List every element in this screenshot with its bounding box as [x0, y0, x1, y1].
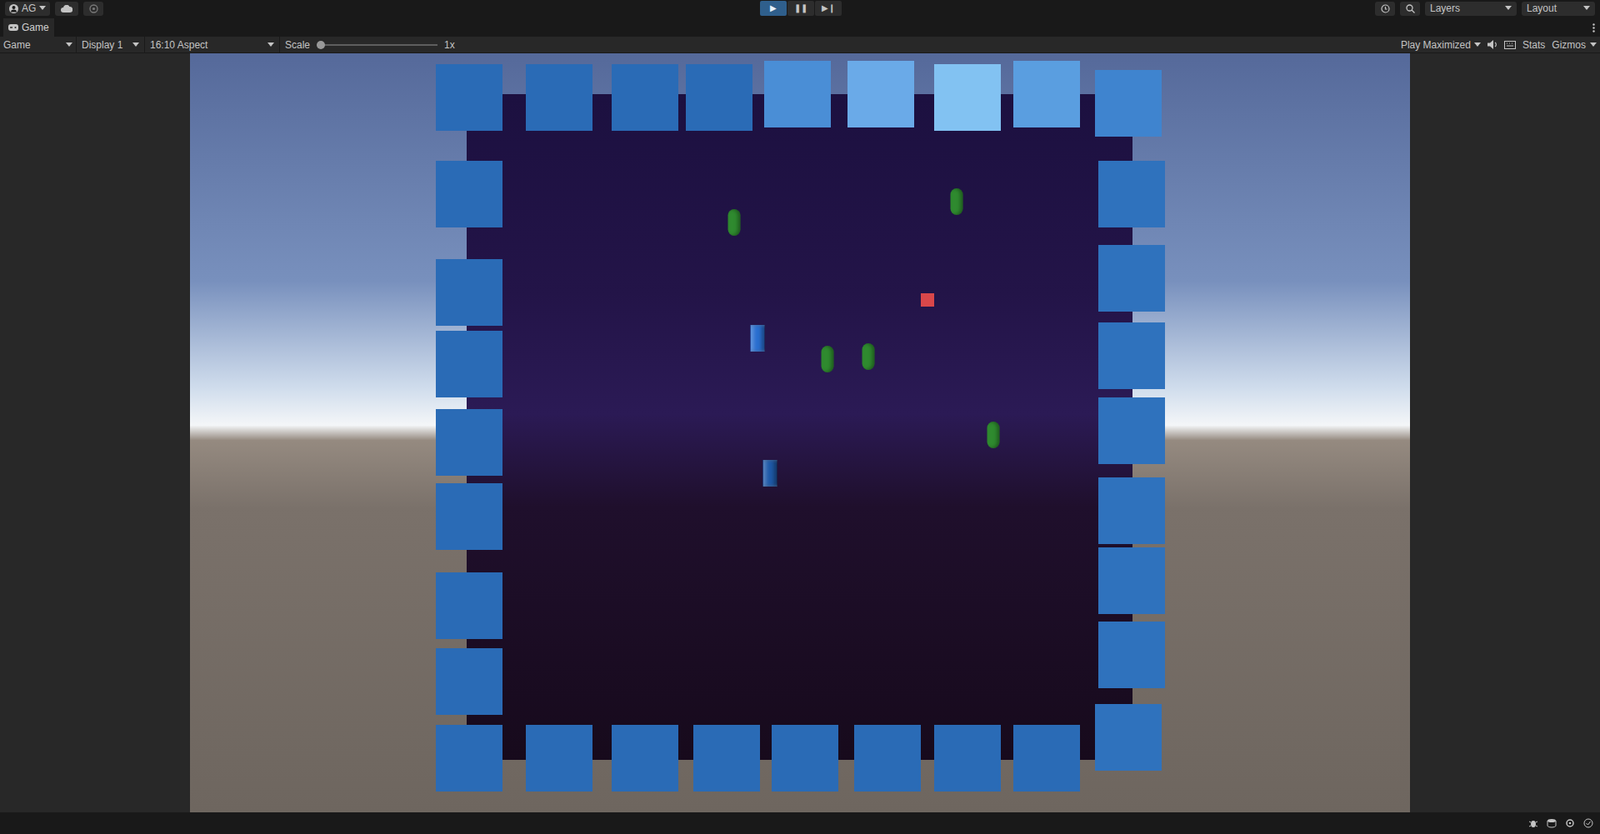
playback-controls: ▶❚❚▶❙	[760, 0, 842, 16]
history-button[interactable]	[1375, 1, 1395, 16]
wall-block	[525, 64, 593, 131]
wall-block	[847, 60, 915, 128]
keyboard-shortcuts-icon[interactable]	[1504, 40, 1516, 50]
dropdown-caret-icon	[1474, 42, 1481, 48]
dropdown-caret-icon	[132, 42, 140, 48]
play-mode-dropdown[interactable]: Play Maximized	[1400, 37, 1481, 53]
layers-dropdown[interactable]: Layers	[1425, 1, 1517, 16]
account-icon	[9, 4, 19, 14]
collab-button[interactable]	[83, 1, 104, 16]
cloud-button[interactable]	[55, 1, 79, 16]
game-viewport[interactable]	[190, 53, 1410, 813]
display-dropdown[interactable]: Display 1	[76, 36, 145, 54]
wall-block	[693, 725, 760, 792]
wall-block	[1098, 397, 1165, 465]
wall-block	[771, 725, 839, 792]
gamepad-icon	[8, 24, 19, 31]
enemy-capsule	[862, 343, 875, 370]
wall-block	[1098, 477, 1165, 545]
enemy-capsule	[728, 209, 741, 236]
wall-block	[435, 409, 503, 476]
wall-block	[1098, 547, 1165, 615]
wall-block	[1013, 60, 1080, 128]
play-button[interactable]: ▶	[760, 0, 787, 16]
wall-block	[1095, 70, 1162, 137]
tab-bar: Game	[0, 16, 1600, 37]
cache-icon[interactable]	[1546, 818, 1557, 829]
wall-block	[435, 725, 503, 792]
account-dropdown[interactable]: AG	[5, 1, 50, 16]
wall-block	[435, 160, 503, 228]
wall-block	[685, 64, 753, 131]
search-button[interactable]	[1400, 1, 1420, 16]
collab-icon	[89, 4, 99, 14]
wall-block	[435, 259, 503, 326]
dropdown-caret-icon	[1583, 5, 1590, 11]
wall-block	[764, 60, 831, 128]
settings-icon[interactable]	[1565, 818, 1575, 829]
mute-audio-icon[interactable]	[1487, 40, 1498, 50]
dropdown-caret-icon	[1505, 5, 1512, 11]
cloud-icon	[60, 5, 73, 13]
wall-block	[854, 725, 921, 792]
wall-block	[1098, 245, 1165, 312]
game-toolbar: GameDisplay 116:10 AspectScale1x Play Max…	[0, 36, 1600, 54]
gizmos-dropdown[interactable]: Gizmos	[1551, 37, 1597, 53]
wall-block	[435, 648, 503, 715]
view-dropdown[interactable]: Game	[0, 36, 77, 54]
enemy-capsule	[821, 345, 835, 373]
stats-button[interactable]: Stats	[1522, 37, 1545, 53]
dropdown-caret-icon	[1590, 42, 1597, 48]
wall-block	[435, 572, 503, 640]
wall-block	[525, 725, 593, 792]
pause-button[interactable]: ❚❚	[787, 0, 815, 16]
layout-dropdown[interactable]: Layout	[1521, 1, 1595, 16]
wall-block	[435, 330, 503, 398]
enemy-capsule	[950, 188, 964, 215]
step-button[interactable]: ▶❙	[815, 0, 842, 16]
wall-block	[435, 483, 503, 550]
enemy-capsule	[987, 421, 1000, 449]
game-tab[interactable]: Game	[3, 18, 55, 37]
dropdown-caret-icon	[39, 5, 46, 11]
wall-block	[1098, 322, 1165, 390]
wall-block	[1095, 704, 1162, 771]
aspect-dropdown[interactable]: 16:10 Aspect	[145, 36, 280, 54]
player-square	[920, 293, 935, 307]
game-view	[0, 53, 1600, 813]
pickup-cylinder	[750, 325, 765, 352]
more-options-icon[interactable]	[1592, 23, 1595, 33]
search-icon	[1405, 4, 1415, 14]
wall-block	[611, 64, 679, 131]
main-toolbar: AG ▶❚❚▶❙ Layers Layout	[0, 0, 1600, 17]
wall-block	[1098, 621, 1165, 689]
game-board	[466, 94, 1133, 760]
wall-block	[611, 725, 679, 792]
debug-icon[interactable]	[1528, 818, 1539, 829]
dropdown-caret-icon	[65, 42, 73, 48]
scale-slider[interactable]	[316, 40, 438, 50]
status-check-icon[interactable]	[1583, 818, 1594, 829]
wall-block	[435, 64, 503, 131]
wall-block	[1013, 725, 1080, 792]
scale-control: Scale1x	[280, 37, 460, 53]
history-icon	[1380, 4, 1390, 14]
wall-block	[1098, 160, 1165, 228]
wall-block	[934, 725, 1001, 792]
dropdown-caret-icon	[267, 42, 275, 48]
status-bar	[0, 812, 1600, 834]
unity-editor: AG▶❚❚▶❙LayersLayoutGameGameDisplay 116:1…	[0, 0, 1600, 834]
pickup-cylinder	[763, 460, 778, 487]
wall-block	[934, 64, 1001, 131]
